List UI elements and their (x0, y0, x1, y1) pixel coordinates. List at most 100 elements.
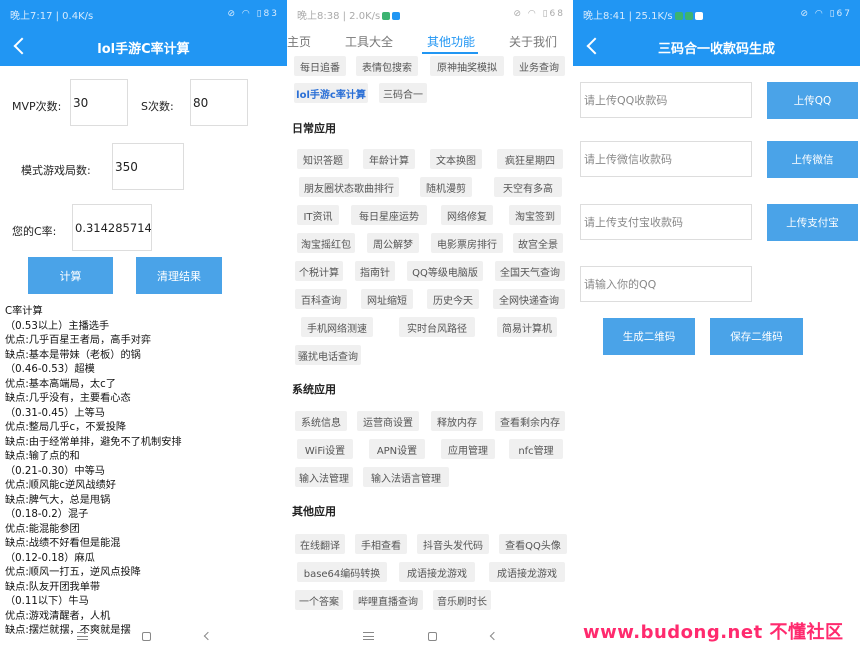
chip[interactable]: 三码合一 (379, 83, 427, 103)
back-icon[interactable] (489, 631, 499, 641)
wechat-code-field[interactable]: 请上传微信收款码 (580, 141, 752, 177)
back-arrow-icon[interactable] (583, 36, 603, 58)
upload-wechat-button[interactable]: 上传微信 (767, 141, 858, 178)
upload-alipay-button[interactable]: 上传支付宝 (767, 204, 858, 241)
chip[interactable]: WiFi设置 (297, 439, 353, 459)
chip[interactable]: 淘宝摇红包 (297, 233, 355, 253)
battery-level: 83 (263, 9, 279, 19)
qq-code-field[interactable]: 请上传QQ收款码 (580, 82, 752, 118)
app-bar: 三码合一收款码生成 (573, 28, 860, 66)
chip[interactable]: 指南针 (355, 261, 395, 281)
mvp-label: MVP次数: (12, 100, 62, 113)
chip[interactable]: 实时台风路径 (399, 317, 475, 337)
chip[interactable]: 抖音头发代码 (417, 534, 489, 554)
chip-lol-c-rate[interactable]: lol手游c率计算 (294, 83, 368, 103)
chip[interactable]: 每日追番 (294, 56, 346, 76)
tab-tools[interactable]: 工具大全 (345, 33, 393, 50)
chip[interactable]: 百科查询 (295, 289, 347, 309)
tab-home[interactable]: 主页 (287, 33, 311, 50)
tools-screen: 晚上8:38 | 2.0K/s ⊘ ◠ ▯68 主页 工具大全 其他功能 关于我… (287, 0, 573, 652)
chip[interactable]: 历史今天 (427, 289, 479, 309)
payment-qr-screen: 晚上8:41 | 25.1K/s ⊘ ◠ ▯67 三码合一收款码生成 请上传QQ… (573, 0, 860, 652)
chip[interactable]: 系统信息 (295, 411, 347, 431)
mvp-input[interactable]: 30 (70, 79, 128, 126)
chip[interactable]: 输入法语言管理 (363, 467, 449, 487)
status-time: 晚上8:41 | 25.1K/s (583, 7, 703, 22)
rate-output: 0.31428571428 (72, 204, 152, 251)
qq-number-input[interactable]: 请输入你的QQ (580, 266, 752, 302)
calculate-button[interactable]: 计算 (28, 257, 113, 294)
chip[interactable]: 在线翻译 (295, 534, 345, 554)
chip[interactable]: 个税计算 (295, 261, 343, 281)
result-line: 缺点:战绩不好看但是能混 (5, 538, 121, 549)
chip[interactable]: IT资讯 (297, 205, 339, 225)
chip[interactable]: nfc管理 (509, 439, 563, 459)
clear-results-button[interactable]: 清理结果 (136, 257, 222, 294)
chip[interactable]: 骚扰电话查询 (295, 345, 361, 365)
app-bar: lol手游C率计算 (0, 28, 287, 66)
chip[interactable]: 全国天气查询 (495, 261, 565, 281)
generate-qr-button[interactable]: 生成二维码 (603, 318, 695, 355)
chip[interactable]: 年龄计算 (363, 149, 415, 169)
chip[interactable]: 疯狂星期四 (497, 149, 563, 169)
chip[interactable]: 知识答题 (297, 149, 349, 169)
chip[interactable]: QQ等级电脑版 (407, 261, 483, 281)
notification-icon (392, 11, 401, 20)
recent-apps-icon[interactable] (76, 632, 88, 640)
chip[interactable]: 天空有多高 (494, 177, 562, 197)
result-line: 优点:几乎百星王者局，高手对弈 (5, 335, 152, 346)
chip[interactable]: 查看QQ头像 (499, 534, 567, 554)
back-arrow-icon[interactable] (10, 36, 30, 58)
result-line: 优点:游戏清醒者，人机 (5, 610, 111, 622)
result-line: 优点:顺风一打五，逆风点投降 (5, 567, 141, 578)
chip[interactable]: 释放内存 (431, 411, 483, 431)
chip[interactable]: 音乐刷时长 (433, 590, 491, 610)
status-bar: 晚上7:17 | 0.4K/s ⊘ ◠ ▯83 (0, 0, 287, 28)
home-icon[interactable] (428, 631, 437, 641)
chip[interactable]: 原神抽奖模拟 (430, 56, 504, 76)
chip[interactable]: base64编码转换 (297, 562, 387, 582)
chip[interactable]: 文本换图 (430, 149, 482, 169)
tab-about[interactable]: 关于我们 (509, 33, 557, 50)
chip[interactable]: APN设置 (369, 439, 425, 459)
s-input[interactable]: 80 (190, 79, 248, 126)
games-input[interactable]: 350 (112, 143, 184, 190)
upload-qq-button[interactable]: 上传QQ (767, 82, 858, 119)
back-icon[interactable] (203, 631, 212, 641)
result-line: 优点:整局几乎c，不爱投降 (5, 422, 127, 433)
chip[interactable]: 全网快递查询 (493, 289, 565, 309)
chip[interactable]: 淘宝签到 (509, 205, 561, 225)
alipay-code-field[interactable]: 请上传支付宝收款码 (580, 204, 752, 240)
chip[interactable]: 业务查询 (513, 56, 565, 76)
chip[interactable]: 网址缩短 (361, 289, 413, 309)
chip[interactable]: 随机漫剪 (420, 177, 472, 197)
chip[interactable]: 运营商设置 (357, 411, 419, 431)
chip[interactable]: 成语接龙游戏 (489, 562, 565, 582)
rate-label: 您的C率: (12, 225, 57, 238)
chip[interactable]: 应用管理 (441, 439, 495, 459)
chip[interactable]: 每日星座运势 (351, 205, 427, 225)
recent-apps-icon[interactable] (363, 632, 374, 640)
chip[interactable]: 哔哩直播查询 (353, 590, 423, 610)
games-label: 模式游戏局数: (21, 164, 91, 177)
result-line: （0.53以上）主播选手 (5, 320, 110, 332)
chip[interactable]: 手机网络测速 (301, 317, 373, 337)
chip[interactable]: 朋友圈状态歌曲排行 (299, 177, 399, 197)
chip[interactable]: 故宫全景 (513, 233, 563, 253)
tab-other-functions[interactable]: 其他功能 (427, 33, 475, 50)
chip[interactable]: 周公解梦 (367, 233, 419, 253)
chip[interactable]: 查看剩余内存 (495, 411, 565, 431)
chip[interactable]: 一个答案 (295, 590, 343, 610)
save-qr-button[interactable]: 保存二维码 (710, 318, 803, 355)
chip[interactable]: 输入法管理 (295, 467, 353, 487)
chip[interactable]: 简易计算机 (497, 317, 557, 337)
result-text: C率计算 （0.53以上）主播选手 优点:几乎百星王者局，高手对弈 缺点:基本是… (5, 305, 285, 639)
chip[interactable]: 表情包搜索 (356, 56, 418, 76)
chip[interactable]: 网络修复 (441, 205, 493, 225)
result-line: 缺点:队友开团我单带 (5, 581, 101, 593)
home-icon[interactable] (141, 631, 151, 641)
chip[interactable]: 电影票房排行 (431, 233, 503, 253)
chip[interactable]: 成语接龙游戏 (399, 562, 475, 582)
chip[interactable]: 手相查看 (355, 534, 407, 554)
top-tabs: 主页 工具大全 其他功能 关于我们 (287, 28, 573, 54)
